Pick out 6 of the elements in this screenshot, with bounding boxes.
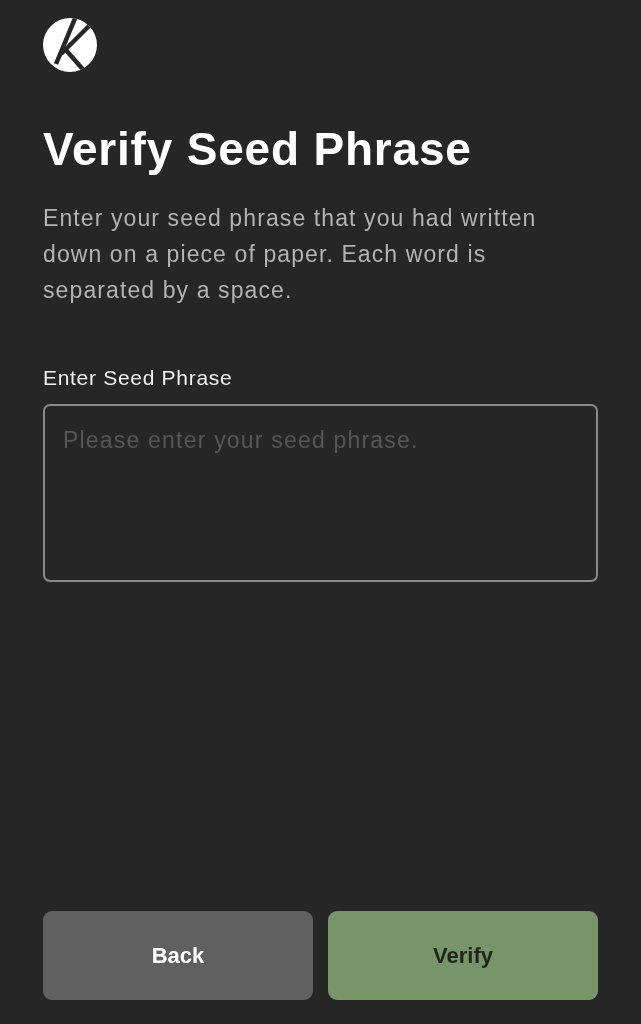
field-label: Enter Seed Phrase <box>43 365 233 391</box>
verify-button[interactable]: Verify <box>328 911 598 1000</box>
logo-icon <box>43 18 97 72</box>
page-title: Verify Seed Phrase <box>43 122 472 176</box>
back-button[interactable]: Back <box>43 911 313 1000</box>
instructions-text: Enter your seed phrase that you had written down on a piece of paper. Each word is separated by a space. <box>43 204 538 305</box>
